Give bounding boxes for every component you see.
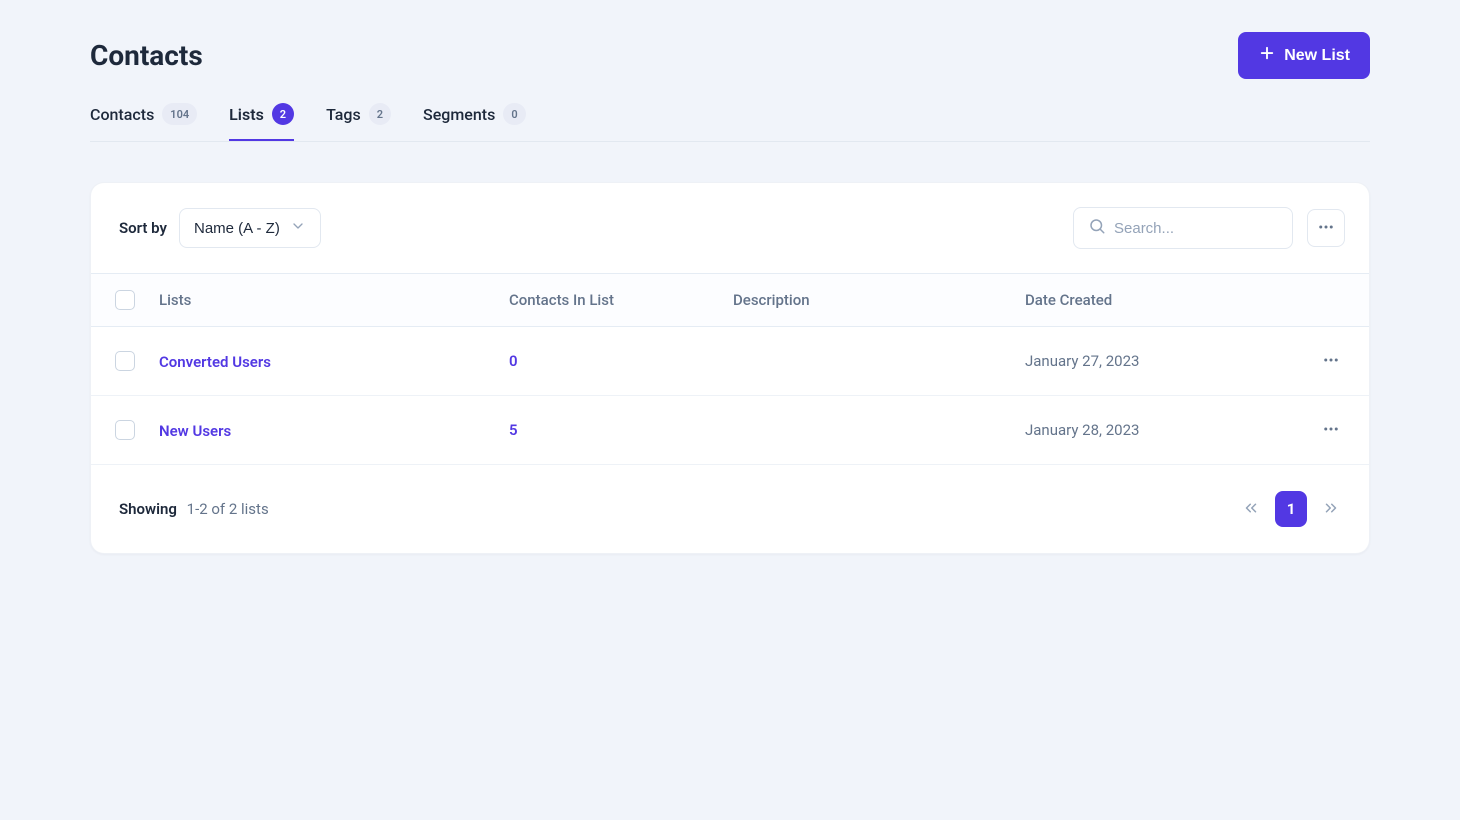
tab-label: Contacts xyxy=(90,105,154,124)
tab-segments[interactable]: Segments 0 xyxy=(423,103,526,141)
tab-badge: 2 xyxy=(272,103,294,125)
tab-badge: 104 xyxy=(162,103,197,125)
more-icon xyxy=(1322,420,1340,441)
tab-label: Segments xyxy=(423,105,495,124)
chevron-down-icon xyxy=(290,218,306,238)
row-menu-button[interactable] xyxy=(1317,416,1345,444)
chevrons-left-icon xyxy=(1242,499,1260,520)
column-description: Description xyxy=(733,291,1025,309)
new-list-button[interactable]: New List xyxy=(1238,32,1370,79)
tab-lists[interactable]: Lists 2 xyxy=(229,103,294,141)
more-icon xyxy=(1322,351,1340,372)
chevrons-right-icon xyxy=(1322,499,1340,520)
paginator: 1 xyxy=(1237,491,1345,527)
column-date: Date Created xyxy=(1025,291,1285,309)
showing-value: 1-2 of 2 lists xyxy=(187,500,269,518)
search-input[interactable] xyxy=(1114,220,1313,237)
table-row: New Users 5 January 28, 2023 xyxy=(91,396,1369,465)
tab-tags[interactable]: Tags 2 xyxy=(326,103,391,141)
tab-badge: 0 xyxy=(503,103,525,125)
sort-select[interactable]: Name (A - Z) xyxy=(179,208,321,248)
row-menu-button[interactable] xyxy=(1317,347,1345,375)
list-contacts-count: 0 xyxy=(509,352,733,370)
sort-by-label: Sort by xyxy=(119,219,167,237)
list-name-link[interactable]: Converted Users xyxy=(159,353,271,371)
list-date-created: January 28, 2023 xyxy=(1025,421,1285,439)
page-next-button[interactable] xyxy=(1317,495,1345,523)
list-date-created: January 27, 2023 xyxy=(1025,352,1285,370)
column-contacts: Contacts In List xyxy=(509,291,733,309)
search-icon xyxy=(1088,217,1106,239)
row-checkbox[interactable] xyxy=(115,420,135,440)
column-lists: Lists xyxy=(159,291,509,309)
tab-contacts[interactable]: Contacts 104 xyxy=(90,103,197,141)
more-actions-button[interactable] xyxy=(1307,209,1345,247)
more-icon xyxy=(1317,218,1335,239)
list-name-link[interactable]: New Users xyxy=(159,422,231,440)
page-number-current[interactable]: 1 xyxy=(1275,491,1307,527)
row-checkbox[interactable] xyxy=(115,351,135,371)
sort-value: Name (A - Z) xyxy=(194,220,280,237)
table-header: Lists Contacts In List Description Date … xyxy=(91,273,1369,327)
tabs: Contacts 104 Lists 2 Tags 2 Segments 0 xyxy=(90,103,1370,142)
search-box[interactable] xyxy=(1073,207,1293,249)
showing-label: Showing xyxy=(119,500,177,518)
lists-card: Sort by Name (A - Z) xyxy=(90,182,1370,554)
page-prev-button[interactable] xyxy=(1237,495,1265,523)
tab-label: Lists xyxy=(229,105,264,124)
select-all-checkbox[interactable] xyxy=(115,290,135,310)
tab-badge: 2 xyxy=(369,103,391,125)
new-list-label: New List xyxy=(1284,47,1350,65)
tab-label: Tags xyxy=(326,105,361,124)
list-contacts-count: 5 xyxy=(509,421,733,439)
page-title: Contacts xyxy=(90,39,203,72)
plus-icon xyxy=(1258,44,1276,67)
table-row: Converted Users 0 January 27, 2023 xyxy=(91,327,1369,396)
